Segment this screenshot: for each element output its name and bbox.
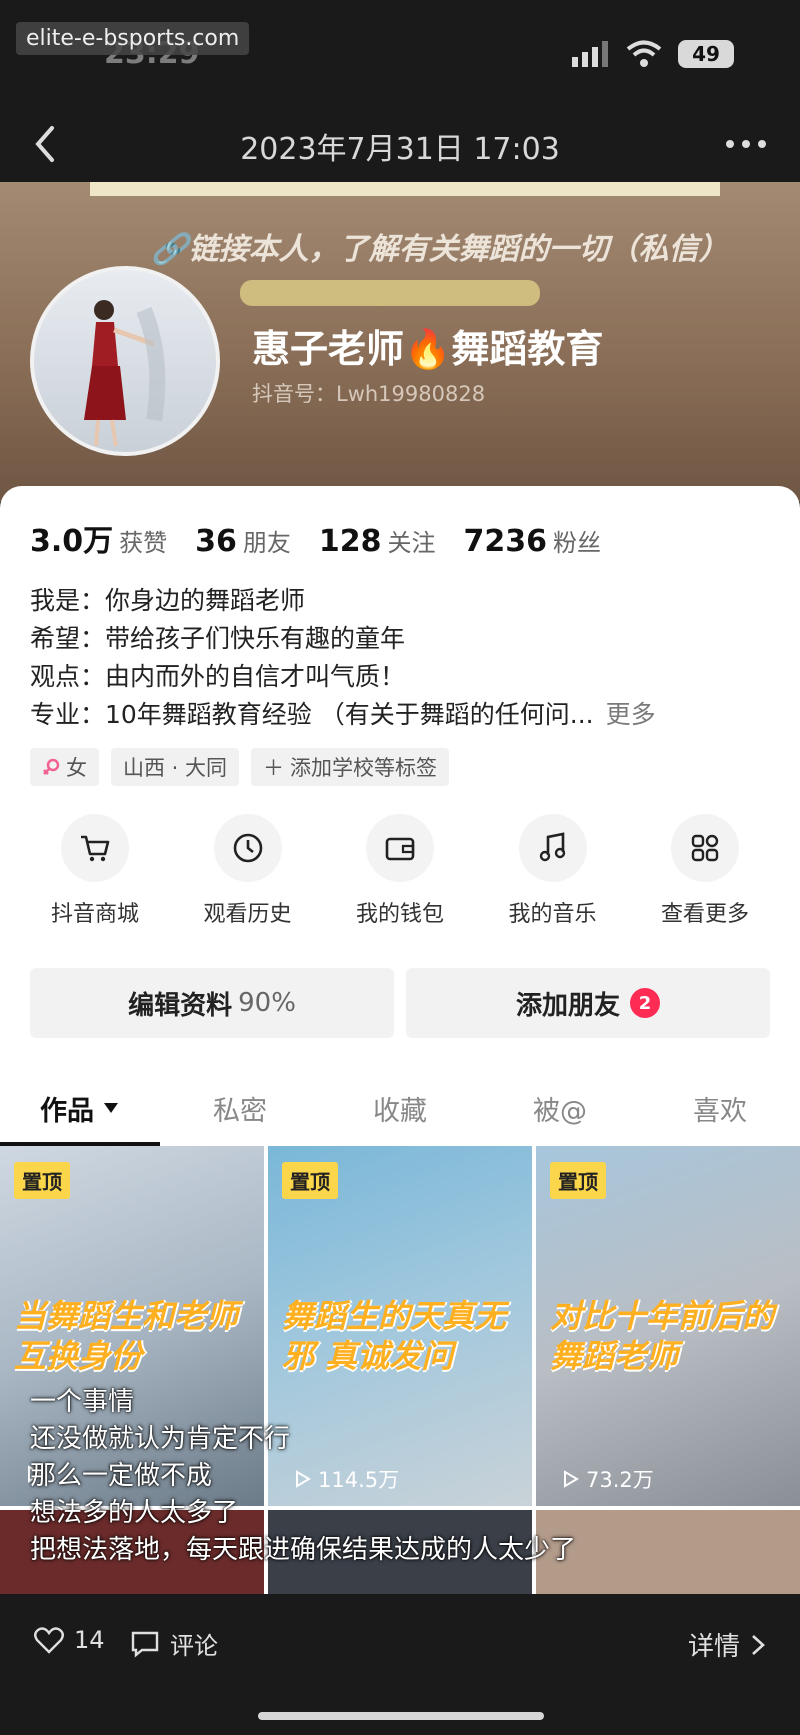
female-icon [43, 758, 60, 775]
add-friend-button[interactable]: 添加朋友 2 [406, 968, 770, 1038]
stat-followers[interactable]: 7236 粉丝 [464, 523, 602, 559]
caption-line: 把想法落地，每天跟进确保结果达成的人太少了 [30, 1535, 577, 1565]
profile-cover: 🔗链接本人，了解有关舞蹈的一切（私信） 惠子老师🔥舞蹈教育 抖音号：Lwh199… [0, 182, 800, 502]
more-dots-icon [726, 140, 766, 148]
content-tabs: 作品 私密 收藏 被@ 喜欢 [0, 1070, 800, 1146]
status-bar: 23:29 elite-e-bsports.com 49 [0, 0, 800, 110]
profile-name: 惠子老师🔥舞蹈教育 [252, 327, 604, 371]
action-row: 编辑资料 90% 添加朋友 2 [30, 968, 770, 1038]
dancer-avatar-image [84, 300, 166, 447]
tab-mentioned[interactable]: 被@ [480, 1070, 640, 1146]
stat-friends[interactable]: 36 朋友 [195, 523, 291, 559]
caption-line: 还没做就认为肯定不行 [30, 1424, 291, 1454]
gender-tag: 女 [30, 748, 99, 786]
bio-line: 观点：由内而外的自信才叫气质！ [30, 662, 406, 691]
bio-more-link[interactable]: 更多 [606, 700, 656, 729]
pinned-badge: 置顶 [282, 1162, 338, 1199]
caption-line: 一个事情 [30, 1387, 135, 1417]
grid-icon [691, 834, 719, 862]
video-caption: 当舞蹈生和老师互换身份 [14, 1297, 239, 1375]
tab-favorites[interactable]: 收藏 [320, 1070, 480, 1146]
post-caption-overlay: 一个事情 还没做就认为肯定不行 那么一定做不成 想法多的人太多了 把想法落地，每… [30, 1384, 790, 1569]
tab-liked[interactable]: 喜欢 [640, 1070, 800, 1146]
video-caption: 对比十年前后的舞蹈老师 [550, 1297, 775, 1375]
like-button[interactable]: 14 [34, 1626, 105, 1654]
caret-down-icon [104, 1103, 118, 1113]
heart-icon [34, 1627, 64, 1654]
bottom-bar: 14 评论 详情 [0, 1594, 800, 1735]
bio-line: 我是：你身边的舞蹈老师 [30, 586, 306, 615]
tab-private[interactable]: 私密 [160, 1070, 320, 1146]
profile-id[interactable]: 抖音号：Lwh19980828 [252, 378, 485, 408]
shortcut-more[interactable]: 查看更多 [640, 814, 770, 928]
location-tag: 山西 · 大同 [111, 748, 240, 786]
music-note-icon [539, 832, 565, 862]
cover-slogan: 🔗链接本人，了解有关舞蹈的一切（私信） [151, 232, 729, 267]
edit-profile-button[interactable]: 编辑资料 90% [30, 968, 394, 1038]
add-tag-button[interactable]: ＋ 添加学校等标签 [251, 748, 450, 786]
cover-strip [90, 182, 720, 196]
clock-icon [233, 833, 262, 863]
pinned-badge: 置顶 [14, 1162, 70, 1199]
viewer-title: 2023年7月31日 17:03 [240, 132, 560, 167]
signal-icon [572, 41, 608, 67]
stat-following[interactable]: 128 关注 [319, 523, 436, 559]
shortcut-wallet[interactable]: 我的钱包 [335, 814, 465, 928]
bio-line: 专业：10年舞蹈教育经验 （有关于舞蹈的任何问... 更多 [30, 700, 656, 729]
video-caption: 舞蹈生的天真无邪 真诚发问 [282, 1297, 507, 1375]
bio-line: 希望：带给孩子们快乐有趣的童年 [30, 624, 406, 653]
wifi-icon [626, 40, 662, 67]
viewer-header: 2023年7月31日 17:03 [0, 110, 800, 182]
bio: 我是：你身边的舞蹈老师 希望：带给孩子们快乐有趣的童年 观点：由内而外的自信才叫… [30, 582, 770, 734]
profile-completion: 90% [238, 988, 296, 1018]
profile-tags: 女 山西 · 大同 ＋ 添加学校等标签 [30, 748, 450, 786]
comment-icon [131, 1631, 159, 1658]
like-count: 14 [74, 1626, 105, 1654]
friend-request-badge: 2 [630, 988, 660, 1018]
chevron-right-icon [752, 1634, 765, 1655]
detail-button[interactable]: 详情 [688, 1626, 766, 1663]
shortcut-row: 抖音商城 观看历史 我的钱包 我的音乐 查看更多 [30, 814, 770, 928]
caption-line: 那么一定做不成 [30, 1461, 213, 1491]
stats-row: 3.0万 获赞 36 朋友 128 关注 7236 粉丝 [30, 516, 601, 560]
shortcut-mall[interactable]: 抖音商城 [30, 814, 160, 928]
plus-icon: ＋ [263, 756, 285, 780]
status-icons: 49 [572, 40, 734, 68]
watermark: elite-e-bsports.com [16, 22, 250, 55]
more-options-button[interactable] [722, 124, 770, 164]
comment-button[interactable]: 评论 [130, 1626, 218, 1661]
shortcut-music[interactable]: 我的音乐 [488, 814, 618, 928]
pinned-badge: 置顶 [550, 1162, 606, 1199]
home-indicator[interactable] [258, 1712, 544, 1720]
wallet-icon [385, 837, 415, 861]
shortcut-history[interactable]: 观看历史 [183, 814, 313, 928]
stat-likes[interactable]: 3.0万 获赞 [30, 516, 167, 560]
cover-highlight [240, 280, 540, 306]
battery-indicator: 49 [678, 40, 734, 68]
cart-icon [81, 835, 110, 862]
avatar[interactable] [30, 266, 220, 456]
caption-line: 想法多的人太多了 [30, 1498, 239, 1528]
tab-works[interactable]: 作品 [0, 1070, 160, 1146]
